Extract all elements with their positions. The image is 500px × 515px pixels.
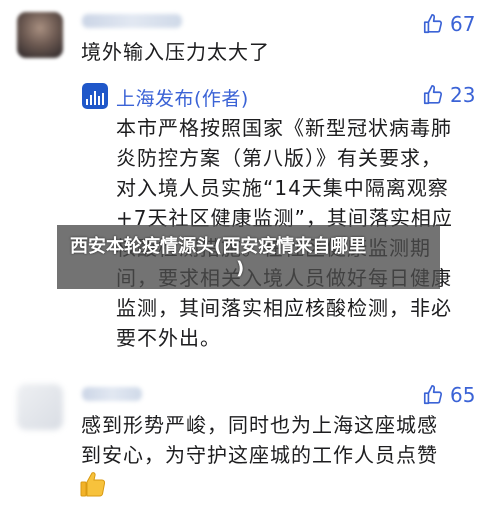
thumbs-up-emoji-icon (80, 472, 106, 497)
comment-text: 境外输入压力太大了 (81, 40, 270, 64)
like-count: 65 (450, 383, 476, 407)
like-button[interactable]: 65 (422, 383, 475, 407)
like-count: 23 (450, 83, 476, 107)
like-button[interactable]: 23 (422, 83, 475, 107)
blurred-username (82, 14, 182, 28)
overlay-title: 西安本轮疫情源头(西安疫情来自哪里 (70, 236, 367, 257)
thumbs-up-icon (423, 385, 443, 405)
overlay-title-line2: ) (236, 258, 245, 279)
thumbs-up-icon (423, 85, 443, 105)
blurred-username (82, 387, 142, 401)
like-count: 67 (450, 12, 476, 36)
avatar[interactable] (17, 12, 63, 58)
author-logo-icon[interactable] (82, 83, 108, 109)
author-name[interactable]: 上海发布(作者) (116, 84, 249, 111)
like-button[interactable]: 67 (422, 12, 475, 36)
avatar[interactable] (17, 384, 63, 430)
thumbs-up-icon (423, 14, 443, 34)
comment-text: 感到形势严峻，同时也为上海这座城感 到安心，为守护这座城的工作人员点赞 (81, 413, 438, 467)
